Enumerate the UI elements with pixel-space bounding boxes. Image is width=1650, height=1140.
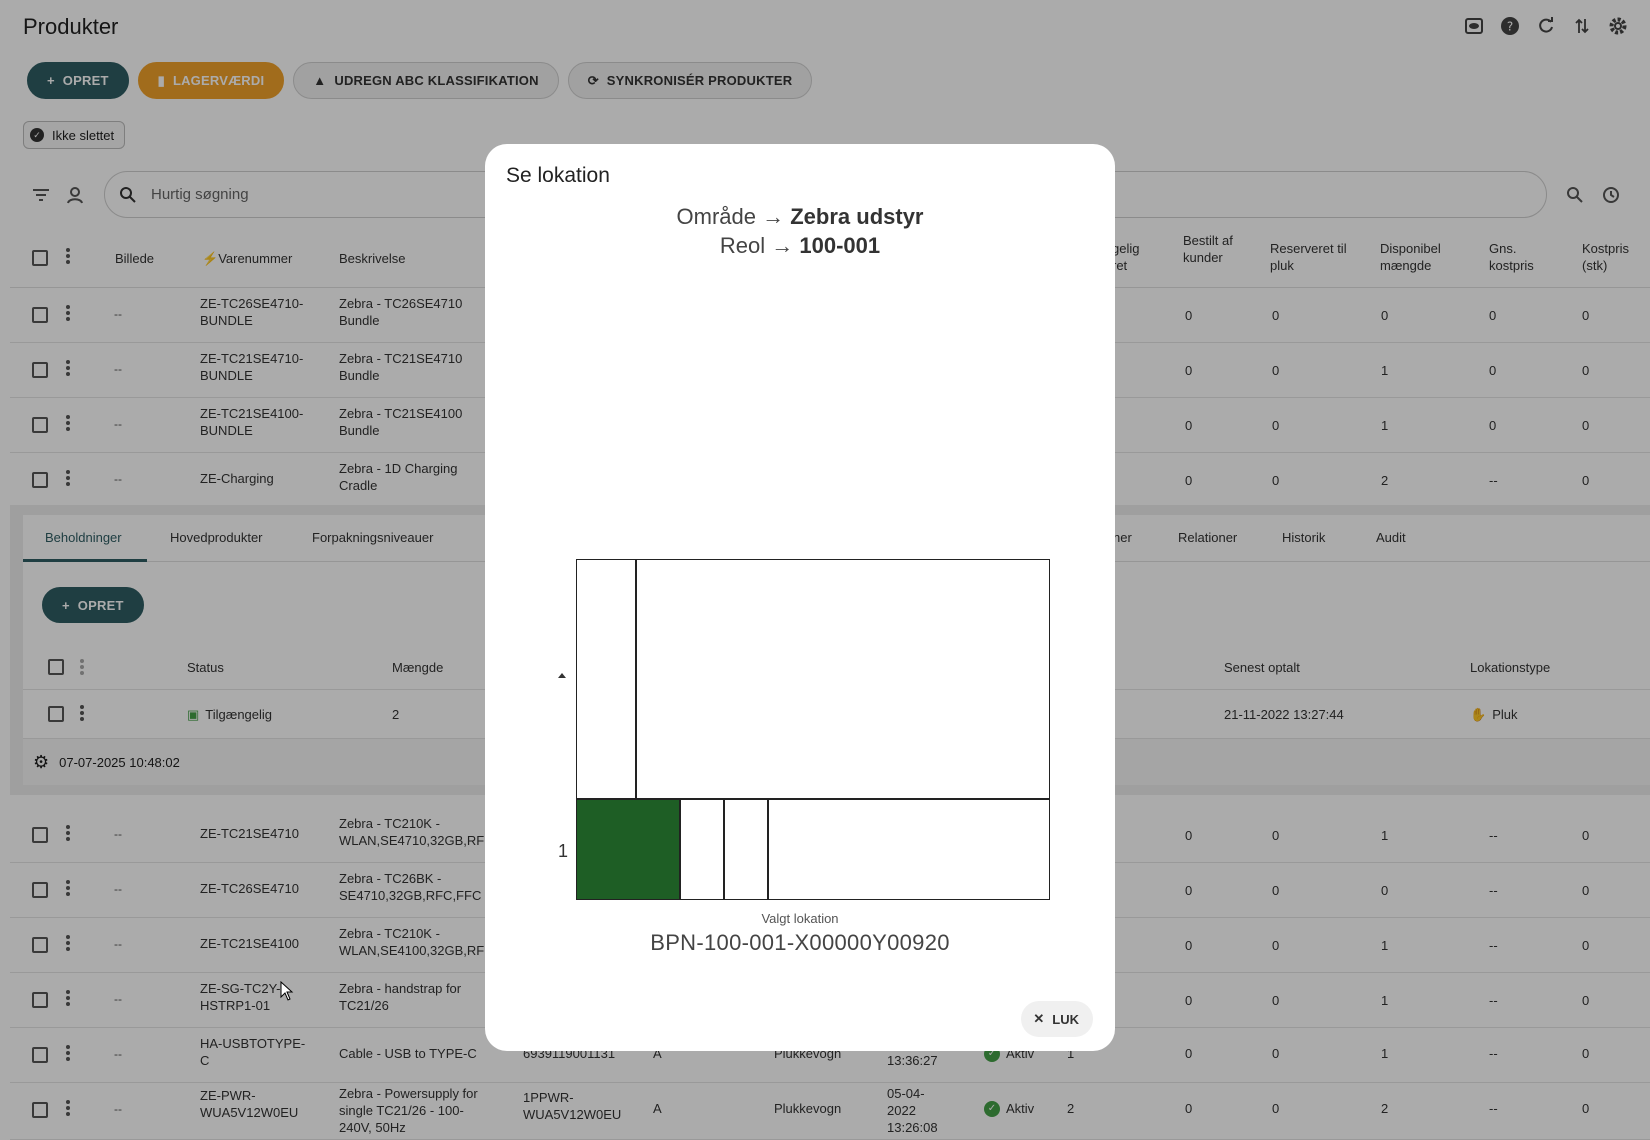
products-page: Produkter ? + OPRET ▮ LAGERVÆRDI ▲ UDREG…	[0, 0, 1650, 1140]
selected-location-value: BPN-100-001-X00000Y00920	[650, 930, 950, 955]
dialog-title: Se lokation	[506, 164, 610, 187]
shelf-divider	[767, 800, 769, 899]
shelf-divider	[723, 800, 725, 899]
selected-location-cell[interactable]	[577, 800, 679, 899]
shelf-divider	[635, 560, 637, 798]
shelf-line: Reol → 100-001	[719, 233, 881, 258]
shelf-divider	[679, 800, 681, 899]
caret-up-icon[interactable]	[558, 673, 566, 678]
selected-location-caption: Valgt lokation	[761, 911, 839, 926]
close-button[interactable]: ✕ LUK	[1021, 1001, 1093, 1037]
arrow-right-icon: →	[771, 233, 794, 258]
location-dialog: Se lokation Område → Zebra udstyr Reol →…	[485, 144, 1115, 1051]
level-label: 1	[558, 841, 569, 861]
close-icon: ✕	[1033, 1011, 1045, 1026]
area-line: Område → Zebra udstyr	[676, 204, 924, 229]
arrow-right-icon: →	[762, 204, 785, 229]
shelf-level-1[interactable]	[576, 799, 1050, 900]
shelf-level-upper[interactable]	[576, 559, 1050, 799]
